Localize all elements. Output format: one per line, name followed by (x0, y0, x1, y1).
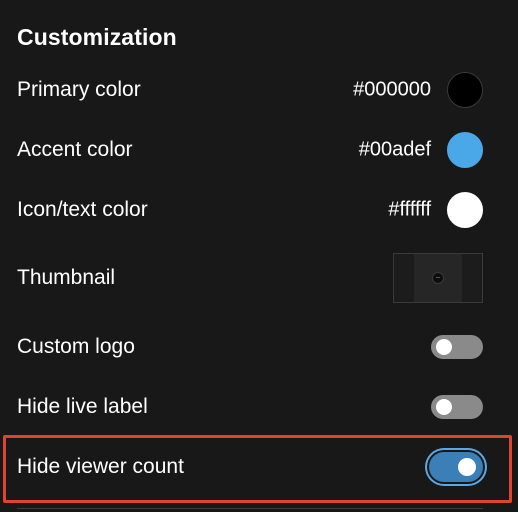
icon-text-color-value: #ffffff (388, 198, 431, 221)
highlight-box (3, 435, 512, 503)
icon-text-color-swatch[interactable] (447, 192, 483, 228)
icon-text-color-row: Icon/text color #ffffff (0, 180, 518, 240)
section-title: Customization (17, 24, 177, 50)
thumbnail-row: Thumbnail (0, 248, 518, 308)
thumbnail-placeholder-icon (432, 272, 444, 284)
accent-color-swatch[interactable] (447, 132, 483, 168)
thumbnail-preview (414, 254, 462, 302)
accent-color-label: Accent color (17, 138, 133, 161)
primary-color-swatch[interactable] (447, 72, 483, 108)
toggle-knob (436, 399, 452, 415)
accent-color-row: Accent color #00adef (0, 120, 518, 180)
primary-color-row: Primary color #000000 (0, 60, 518, 120)
primary-color-value: #000000 (353, 78, 431, 101)
divider (17, 508, 483, 509)
thumbnail-picker[interactable] (393, 253, 483, 303)
toggle-knob (436, 339, 452, 355)
accent-color-value: #00adef (358, 138, 431, 161)
hide-live-label-toggle[interactable] (431, 395, 483, 419)
icon-text-color-label: Icon/text color (17, 198, 148, 221)
hide-live-label-row: Hide live label (0, 377, 518, 437)
custom-logo-row: Custom logo (0, 317, 518, 377)
custom-logo-toggle[interactable] (431, 335, 483, 359)
thumbnail-label: Thumbnail (17, 266, 116, 289)
primary-color-label: Primary color (17, 78, 141, 101)
custom-logo-label: Custom logo (17, 335, 135, 358)
hide-live-label-label: Hide live label (17, 395, 148, 418)
